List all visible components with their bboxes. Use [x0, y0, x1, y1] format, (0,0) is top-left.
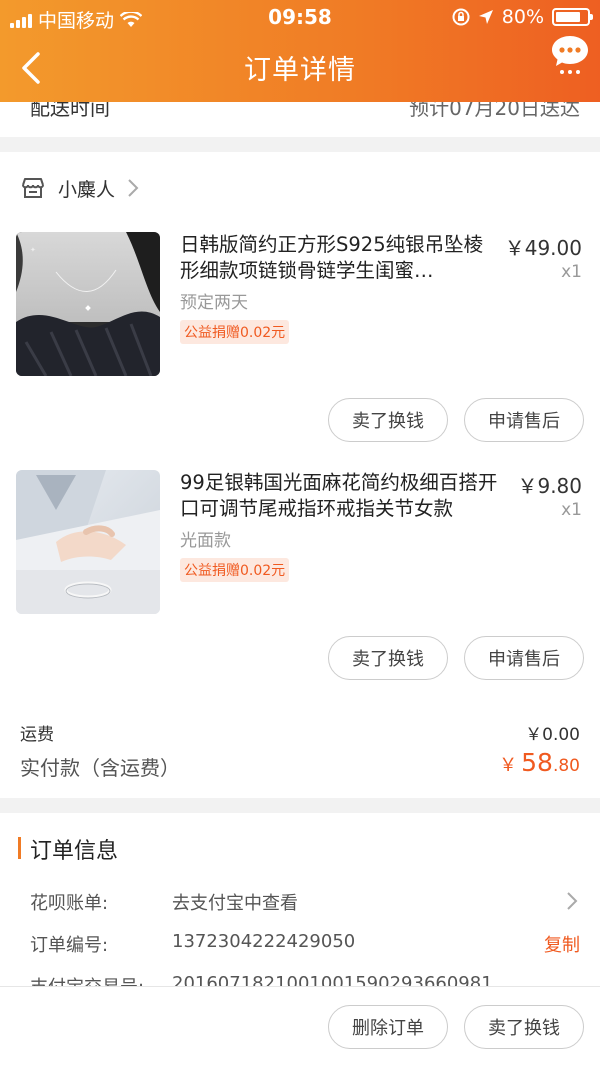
sell-button[interactable]: 卖了换钱 [464, 1005, 584, 1049]
charity-badge: 公益捐赠0.02元 [180, 558, 290, 582]
store-link[interactable]: 小麋人 [20, 174, 139, 202]
shipping-label: 运费 [20, 725, 54, 745]
item-quantity: x1 [561, 500, 582, 520]
sell-button[interactable]: 卖了换钱 [328, 398, 448, 442]
bottom-action-bar: 删除订单 卖了换钱 [0, 986, 600, 1067]
paid-amount: ￥ 58 .80 [499, 748, 580, 777]
item-spec: 光面款 [180, 531, 231, 551]
nav-header: 中国移动 09:58 80% 订单详情 [0, 0, 600, 102]
shipping-value: ￥0.00 [525, 725, 580, 745]
order-number-label: 订单编号: [30, 935, 109, 956]
huabei-value[interactable]: 去支付宝中查看 [172, 889, 298, 915]
location-icon [478, 10, 493, 24]
product-image-necklace[interactable]: ✦ [16, 232, 160, 376]
order-items-card: 小麋人 ✦ 日韩版简约正方形S925纯银吊坠棱形细款项链锁骨链学生闺蜜… ￥49… [0, 152, 600, 798]
sell-button[interactable]: 卖了换钱 [328, 636, 448, 680]
page-title: 订单详情 [244, 55, 356, 86]
product-image-ring[interactable] [16, 470, 160, 614]
delete-order-button[interactable]: 删除订单 [328, 1005, 448, 1049]
store-icon [22, 178, 44, 198]
paid-currency: ￥ [499, 755, 518, 776]
order-number-value: 1372304222429050 [172, 931, 356, 952]
after-sale-button[interactable]: 申请售后 [464, 636, 584, 680]
chevron-right-icon[interactable] [566, 891, 578, 911]
after-sale-button[interactable]: 申请售后 [464, 398, 584, 442]
item-price: ￥49.00 [504, 236, 582, 260]
paid-integer: 58 [521, 748, 553, 777]
message-icon[interactable] [548, 32, 592, 76]
order-item: ✦ 日韩版简约正方形S925纯银吊坠棱形细款项链锁骨链学生闺蜜… ￥49.00 … [0, 232, 600, 442]
huabei-label: 花呗账单: [30, 893, 109, 914]
battery-icon [552, 8, 593, 26]
order-info-title: 订单信息 [30, 839, 119, 864]
item-quantity: x1 [561, 262, 582, 282]
item-title[interactable]: 99足银韩国光面麻花简约极细百搭开口可调节尾戒指环戒指关节女款 [180, 470, 500, 522]
order-item: 99足银韩国光面麻花简约极细百搭开口可调节尾戒指环戒指关节女款 ￥9.80 x1… [0, 470, 600, 680]
battery-percent: 80% [501, 6, 544, 28]
item-spec: 预定两天 [180, 293, 248, 313]
paid-decimal: .80 [552, 756, 580, 776]
paid-label: 实付款（含运费） [20, 756, 180, 780]
rotation-lock-icon [452, 8, 470, 26]
item-title[interactable]: 日韩版简约正方形S925纯银吊坠棱形细款项链锁骨链学生闺蜜… [180, 232, 500, 284]
section-accent-bar [18, 837, 21, 859]
copy-button[interactable]: 复制 [544, 931, 580, 957]
svg-text:✦: ✦ [30, 246, 36, 254]
status-bar: 中国移动 09:58 80% [0, 0, 600, 34]
store-name: 小麋人 [58, 178, 116, 201]
item-price: ￥9.80 [517, 474, 582, 498]
chevron-right-icon [128, 179, 139, 197]
charity-badge: 公益捐赠0.02元 [180, 320, 290, 344]
